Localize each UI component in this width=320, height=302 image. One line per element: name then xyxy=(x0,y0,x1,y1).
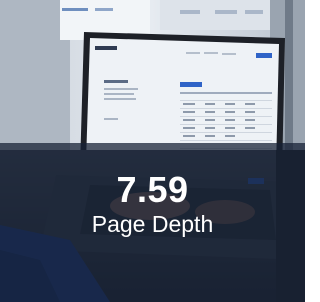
page-depth-metric: 7.59 Page Depth xyxy=(0,170,305,238)
page-depth-label: Page Depth xyxy=(91,211,214,237)
stat-tile: 7.59 Page Depth xyxy=(0,0,305,302)
page-depth-value: 7.59 xyxy=(116,169,189,210)
